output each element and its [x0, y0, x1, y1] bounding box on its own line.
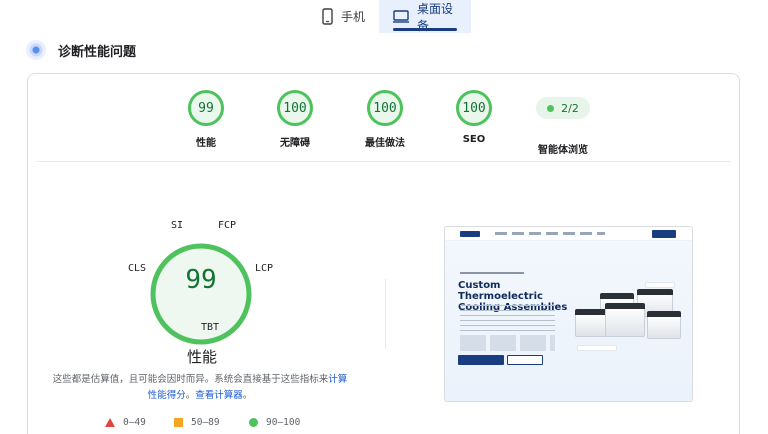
- phone-icon: [322, 8, 333, 25]
- average-square-icon: [174, 418, 183, 427]
- report-card: 99 性能 100 无障碍 100 最佳做法 100 SEO 2/2 智能体浏览: [27, 73, 740, 434]
- tab-mobile-label: 手机: [341, 10, 366, 24]
- screenshot-chips: [460, 335, 555, 351]
- pass-dot-icon: [547, 104, 555, 112]
- desktop-icon: [393, 10, 410, 23]
- screenshot-product-image: [575, 309, 607, 337]
- pass-circle-icon: [249, 418, 258, 427]
- pulse-icon: [26, 40, 46, 60]
- tab-mobile[interactable]: 手机: [308, 0, 379, 33]
- screenshot-tag: [645, 282, 675, 288]
- score-legend: 0–49 50–89 90–100: [28, 417, 388, 431]
- legend-fail-label: 0–49: [123, 417, 146, 428]
- screenshot-product-image: [605, 303, 645, 337]
- diagnostics-title: 诊断性能问题: [58, 44, 137, 60]
- agent-browsing-label: 智能体浏览: [538, 145, 588, 156]
- metric-fcp[interactable]: FCP: [218, 220, 236, 231]
- screenshot-kicker: [460, 272, 524, 274]
- gauge-score: 99: [188, 90, 224, 126]
- metric-cls[interactable]: CLS: [128, 263, 146, 274]
- legend-pass: 90–100: [249, 417, 300, 428]
- performance-label: 性能: [186, 348, 217, 366]
- fail-triangle-icon: [105, 418, 115, 427]
- gauge-best-practices[interactable]: 100 最佳做法: [340, 90, 430, 149]
- screenshot-product-image: [647, 311, 681, 339]
- metric-lcp[interactable]: LCP: [255, 263, 273, 274]
- gauge-label: 最佳做法: [365, 138, 405, 149]
- gauge-score: 100: [367, 90, 403, 126]
- page-screenshot[interactable]: Custom Thermoelectric Cooling Assemblies: [444, 226, 693, 402]
- screenshot-nav-links: [495, 232, 605, 235]
- tab-desktop[interactable]: 桌面设备: [379, 0, 472, 33]
- gauge-score: 100: [456, 90, 492, 126]
- screenshot-tag: [577, 345, 617, 351]
- screenshot-secondary-button: [507, 355, 543, 365]
- metric-tbt[interactable]: TBT: [201, 322, 219, 333]
- legend-pass-label: 90–100: [266, 417, 301, 428]
- legend-average: 50–89: [174, 417, 220, 428]
- gauge-score: 100: [277, 90, 313, 126]
- gauge-seo[interactable]: 100 SEO: [429, 90, 519, 145]
- screenshot-paragraph: [460, 305, 555, 331]
- screenshot-logo: [460, 231, 480, 237]
- agent-browsing-badge: 2/2: [536, 97, 590, 119]
- legend-average-label: 50–89: [191, 417, 220, 428]
- gauge-label: SEO: [462, 134, 486, 145]
- category-gauges: 99 性能 100 无障碍 100 最佳做法 100 SEO 2/2 智能体浏览: [28, 90, 741, 156]
- note-end: 。: [242, 390, 253, 401]
- gauge-accessibility[interactable]: 100 无障碍: [250, 90, 340, 149]
- gauge-label: 无障碍: [280, 138, 310, 149]
- note-text: 这些都是估算值，且可能会因时而异。系统会直接基于这些指标来: [52, 374, 329, 385]
- note-separator: 。: [185, 390, 196, 401]
- screenshot-nav-button: [652, 230, 676, 238]
- column-separator: [385, 279, 386, 349]
- diagnostics-header: 诊断性能问题: [26, 40, 136, 60]
- device-tabs: 手机 桌面设备: [308, 0, 472, 33]
- screenshot-primary-button: [458, 355, 504, 365]
- metric-si[interactable]: SI: [171, 220, 183, 231]
- calculator-link[interactable]: 查看计算器: [195, 390, 243, 401]
- screenshot-nav: [445, 227, 692, 241]
- divider: [36, 161, 731, 162]
- gauge-performance[interactable]: 99 性能: [161, 90, 251, 149]
- agent-browsing-count: 2/2: [561, 101, 579, 115]
- tab-desktop-label: 桌面设备: [417, 1, 454, 33]
- agent-browsing[interactable]: 2/2 智能体浏览: [518, 90, 608, 156]
- estimate-note: 这些都是估算值，且可能会因时而异。系统会直接基于这些指标来计算性能得分。查看计算…: [50, 372, 350, 404]
- legend-fail: 0–49: [105, 417, 146, 428]
- gauge-label: 性能: [196, 138, 216, 149]
